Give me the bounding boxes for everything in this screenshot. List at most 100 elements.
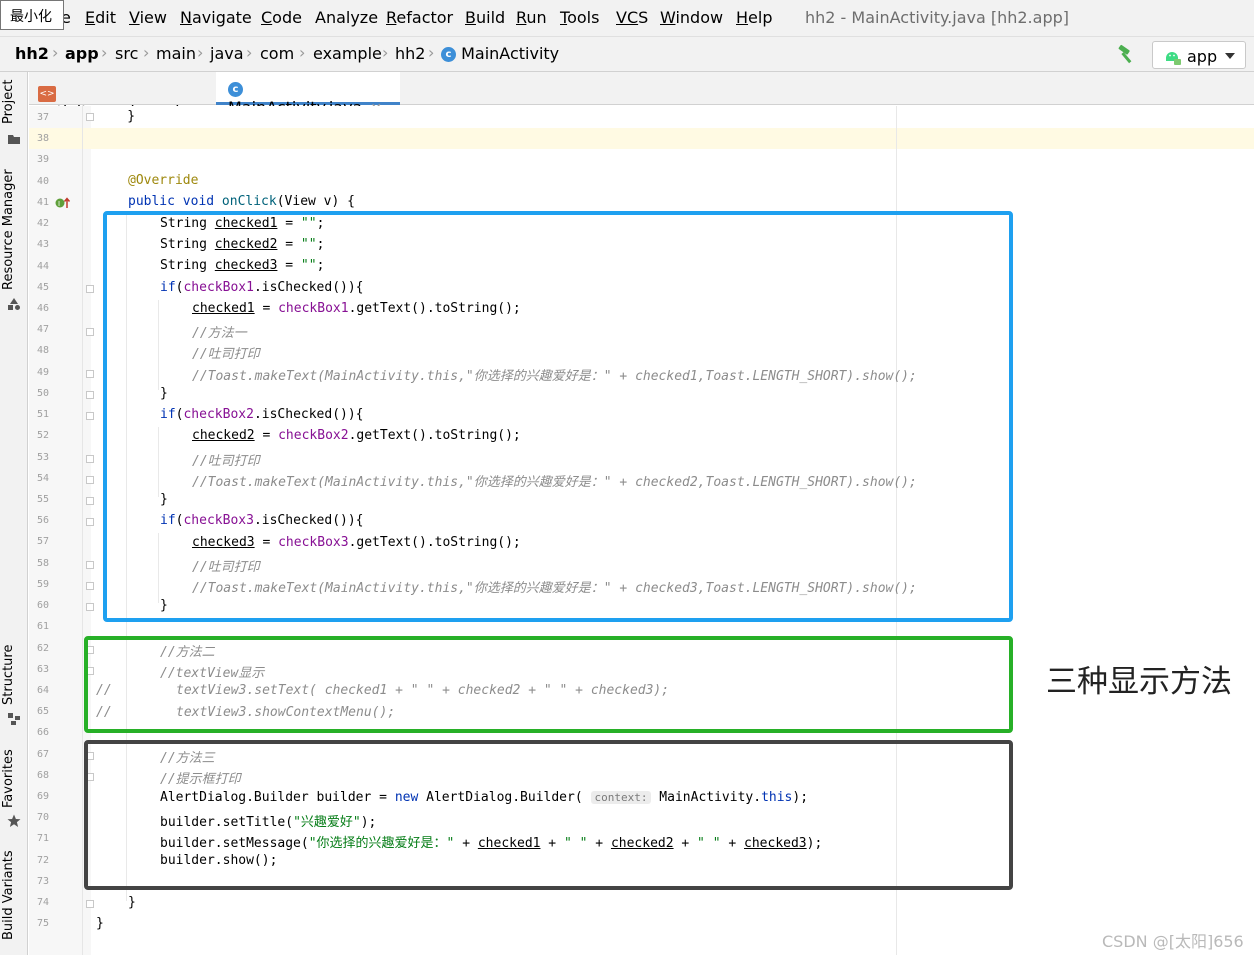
run-configuration-label: app — [1187, 47, 1218, 66]
class-icon: c — [441, 47, 456, 62]
editor-tab-bar: <>activity_main.xml✕ c MainActivity.java… — [29, 72, 1254, 121]
line-number: 65 — [36, 706, 49, 718]
breadcrumb-separator: › — [299, 43, 306, 62]
override-method-icon[interactable]: I — [55, 196, 71, 210]
chevron-down-icon — [1225, 53, 1235, 59]
structure-icon — [8, 713, 20, 725]
menu-view[interactable]: View — [129, 8, 167, 27]
line-number: 72 — [36, 854, 49, 866]
code-line-37: } — [96, 109, 136, 124]
tool-tab-resource-manager[interactable]: Resource Manager — [1, 169, 16, 290]
menu-build[interactable]: Build — [465, 8, 505, 27]
menu-window[interactable]: Window — [660, 8, 723, 27]
fold-marker[interactable] — [86, 455, 94, 463]
fold-marker[interactable] — [86, 370, 94, 378]
line-number: 43 — [36, 239, 49, 251]
class-icon: c — [228, 82, 243, 97]
line-number: 64 — [36, 684, 49, 696]
breadcrumb-separator: › — [101, 43, 108, 62]
breadcrumb-separator: › — [143, 43, 150, 62]
line-number: 67 — [36, 748, 49, 760]
fold-marker[interactable] — [86, 476, 94, 484]
code-line-40: @Override — [128, 173, 199, 188]
fold-marker[interactable] — [86, 603, 94, 611]
line-number: 44 — [36, 260, 49, 272]
line-number: 50 — [36, 387, 49, 399]
line-number: 42 — [36, 218, 49, 230]
breadcrumb-separator: › — [197, 43, 204, 62]
line-number: 69 — [36, 791, 49, 803]
menu-vcs[interactable]: VCS — [616, 8, 648, 27]
tool-tab-favorites[interactable]: Favorites — [1, 749, 16, 808]
menu-refactor[interactable]: Refactor — [386, 8, 453, 27]
run-configuration-dropdown[interactable]: app — [1152, 41, 1246, 69]
breadcrumb-separator: › — [428, 43, 435, 62]
breadcrumb-src[interactable]: src — [115, 44, 138, 63]
tool-tab-project[interactable]: Project — [1, 80, 16, 124]
fold-marker[interactable] — [86, 497, 94, 505]
folder-icon — [8, 135, 20, 144]
line-number: 52 — [36, 430, 49, 442]
menu-code[interactable]: Code — [261, 8, 302, 27]
navigation-bar: hh2 › app › src › main › java › com › ex… — [0, 36, 1254, 72]
breadcrumb-separator: › — [382, 43, 389, 62]
resource-manager-icon — [8, 298, 20, 310]
fold-marker[interactable] — [86, 412, 94, 420]
fold-marker[interactable] — [86, 391, 94, 399]
annotation-label: 三种显示方法 — [1046, 664, 1232, 700]
breadcrumb-main[interactable]: main — [156, 44, 196, 63]
code-line-74: } — [128, 895, 136, 910]
line-number: 58 — [36, 557, 49, 569]
line-number: 45 — [36, 281, 49, 293]
menu-navigate[interactable]: Navigate — [180, 8, 252, 27]
breadcrumb-java[interactable]: java — [210, 44, 244, 63]
fold-marker[interactable] — [86, 900, 94, 908]
line-number: 74 — [36, 897, 49, 909]
fold-marker[interactable] — [86, 518, 94, 526]
line-number: 73 — [36, 875, 49, 887]
line-number: 75 — [36, 918, 49, 930]
menu-edit[interactable]: Edit — [85, 8, 116, 27]
fold-marker[interactable] — [86, 285, 94, 293]
line-number: 71 — [36, 833, 49, 845]
line-number: 66 — [36, 727, 49, 739]
tool-tab-build-variants[interactable]: Build Variants — [1, 850, 16, 940]
xml-file-icon: <> — [38, 86, 56, 102]
line-number: 49 — [36, 366, 49, 378]
line-number: 41 — [36, 196, 49, 208]
left-tool-strip: Project Resource Manager Structure Favor… — [0, 72, 28, 955]
line-number: 51 — [36, 409, 49, 421]
tool-tab-structure[interactable]: Structure — [1, 645, 16, 705]
fold-marker[interactable] — [86, 561, 94, 569]
breadcrumb-separator: › — [246, 43, 253, 62]
breadcrumb-module[interactable]: app — [65, 44, 99, 63]
line-number: 57 — [36, 536, 49, 548]
line-number: 68 — [36, 769, 49, 781]
fold-marker[interactable] — [86, 328, 94, 336]
svg-text:I: I — [58, 200, 60, 208]
breadcrumb-com[interactable]: com — [260, 44, 294, 63]
current-line-highlight — [91, 128, 1254, 149]
menu-bar: 最小化 e Edit View Navigate Code Analyze Re… — [0, 0, 1254, 36]
highlight-box-method-two — [84, 636, 1013, 733]
line-number: 47 — [36, 324, 49, 336]
highlight-box-method-three — [84, 740, 1013, 890]
menu-help[interactable]: Help — [736, 8, 772, 27]
menu-tools[interactable]: Tools — [560, 8, 599, 27]
breadcrumb-hh2[interactable]: hh2 — [395, 44, 425, 63]
breadcrumb-example[interactable]: example — [313, 44, 382, 63]
tab-activity-main-xml[interactable]: <>activity_main.xml✕ — [38, 72, 216, 121]
line-number: 40 — [36, 175, 49, 187]
breadcrumb-project[interactable]: hh2 — [15, 44, 49, 63]
menu-run[interactable]: Run — [516, 8, 547, 27]
breadcrumb-mainactivity[interactable]: c MainActivity — [441, 44, 559, 63]
build-hammer-icon[interactable] — [1116, 44, 1138, 66]
line-number: 63 — [36, 663, 49, 675]
fold-marker[interactable] — [86, 582, 94, 590]
line-number: 59 — [36, 578, 49, 590]
line-number: 38 — [36, 133, 49, 145]
menu-analyze[interactable]: Analyze — [315, 8, 378, 27]
fold-marker[interactable] — [86, 113, 94, 121]
tab-mainactivity-java[interactable]: c MainActivity.java✕ — [216, 72, 400, 117]
line-number: 39 — [36, 154, 49, 166]
